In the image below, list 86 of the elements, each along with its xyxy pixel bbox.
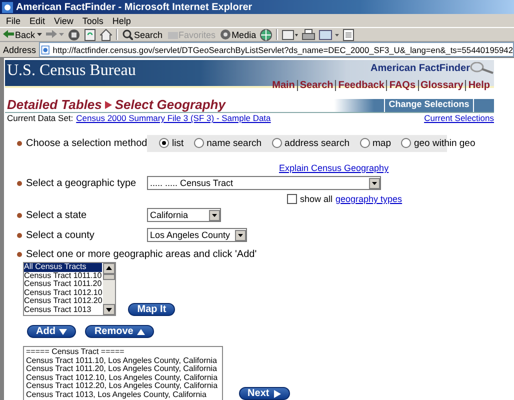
arrow-icon <box>104 100 112 108</box>
address-field[interactable]: http://factfinder.census.gov/servlet/DTGeoSearchByListServlet?ds_name=DEC_2000_SF3_U&_lang=en&_ts=55440195942 <box>39 42 514 57</box>
list-option[interactable]: Census Tract 1011.20 <box>24 280 102 289</box>
field-label: Select a geographic type <box>26 178 136 188</box>
checkbox-label: show all <box>300 194 333 204</box>
toolbar-button[interactable]: Media <box>232 30 256 40</box>
back-arrow-icon[interactable] <box>3 29 14 40</box>
checkbox[interactable] <box>287 194 297 204</box>
option-label[interactable]: name search <box>206 138 262 148</box>
refresh-icon[interactable] <box>84 28 96 40</box>
radio-button[interactable] <box>400 138 411 148</box>
page-icon <box>41 44 50 56</box>
dataset-label: Current Data Set: <box>7 113 74 123</box>
selected-areas-listbox[interactable] <box>23 346 223 400</box>
list-option[interactable]: Census Tract 1012.10 <box>24 288 102 298</box>
field-label: Select a state <box>26 210 87 220</box>
toolbar-button[interactable]: Search <box>134 30 163 40</box>
list-option[interactable]: All Census Tracts <box>24 263 102 272</box>
window-title: American FactFinder - Microsoft Internet Explorer <box>16 2 252 12</box>
up-triangle-icon <box>137 328 146 336</box>
radio-button[interactable] <box>272 138 282 148</box>
option-label[interactable]: geo within geo <box>414 138 476 148</box>
nav-link[interactable]: Glossary <box>418 80 464 91</box>
option-label[interactable]: list <box>172 138 184 148</box>
search-icon[interactable] <box>122 29 134 40</box>
geography-types-link[interactable]: geography types <box>336 194 402 204</box>
field-label: Choose a selection method <box>26 138 148 148</box>
list-option[interactable]: Census Tract 1011.20, Los Angeles County, California <box>26 365 218 374</box>
product-name: American FactFinder <box>370 62 470 74</box>
geographic-type-dropdown[interactable]: ..... ..... Census Tract <box>147 176 381 190</box>
list-option[interactable]: Census Tract 1012.20 <box>24 297 102 306</box>
stop-icon[interactable] <box>68 28 80 40</box>
nav-link[interactable]: FAQs <box>386 80 416 91</box>
bullet-icon <box>17 232 22 238</box>
menu-item[interactable]: View <box>54 16 74 26</box>
media-icon[interactable] <box>220 29 231 40</box>
list-option[interactable]: Census Tract 1013 <box>24 306 102 315</box>
list-option[interactable]: ===== Census Tract ===== <box>26 348 218 357</box>
magnifier-icon <box>470 62 494 74</box>
home-icon[interactable] <box>100 28 112 40</box>
menu-item[interactable]: Help <box>112 16 131 26</box>
breadcrumb-item[interactable]: Detailed Tables <box>7 97 102 112</box>
county-dropdown[interactable]: Los Angeles County <box>147 228 247 242</box>
list-option[interactable]: Census Tract 1011.10 <box>24 272 102 280</box>
bullet-icon <box>17 140 22 146</box>
globe-icon[interactable] <box>260 28 272 40</box>
dataset-link[interactable]: Census 2000 Summary File 3 (SF 3) - Sample Data <box>76 113 271 123</box>
change-selections-link[interactable]: Change Selections <box>384 99 474 112</box>
add-button[interactable]: Add <box>27 325 76 338</box>
nav-link[interactable]: Search <box>296 80 334 91</box>
option-label[interactable]: address search <box>284 138 350 148</box>
state-dropdown[interactable]: California <box>147 208 221 222</box>
explain-geography-link[interactable]: Explain Census Geography <box>279 163 389 173</box>
agency-name: U.S. Census Bureau <box>7 62 136 79</box>
right-triangle-icon <box>273 390 282 398</box>
toolbar-button[interactable]: Back <box>15 30 36 40</box>
list-option[interactable]: Census Tract 1012.20, Los Angeles County, California <box>26 382 218 391</box>
caret-icon[interactable] <box>37 32 42 36</box>
menu-item[interactable]: File <box>6 16 21 26</box>
bullet-icon <box>17 180 22 186</box>
list-option[interactable]: Census Tract 1012.10, Los Angeles County, California <box>26 374 218 382</box>
document-icon[interactable] <box>343 28 354 40</box>
address-label: Address <box>3 44 36 54</box>
bullet-icon <box>17 252 22 257</box>
scrollbar-drawing[interactable] <box>103 263 116 315</box>
map-it-button[interactable]: Map It <box>128 303 176 316</box>
list-option[interactable]: Census Tract 1011.10, Los Angeles County, California <box>26 356 218 366</box>
next-button[interactable]: Next <box>238 387 290 400</box>
print-icon[interactable] <box>302 28 316 40</box>
nav-link[interactable]: Help <box>465 80 490 91</box>
radio-button[interactable] <box>360 138 370 148</box>
menu-item[interactable]: Tools <box>82 16 104 26</box>
menu-item[interactable]: Edit <box>30 16 46 26</box>
areas-listbox[interactable]: All Census Tracts Census Tract 1011.10 Census Tract 1011.20 Census Tract 1012.10 Census Tract 1012.20 Census Tract 1013 <box>23 262 116 316</box>
down-triangle-icon <box>59 328 68 336</box>
breadcrumb-item: Select Geography <box>114 97 226 112</box>
radio-button[interactable] <box>194 138 204 148</box>
current-selections-link[interactable]: Current Selections <box>424 113 494 123</box>
field-label: Select a county <box>26 230 94 240</box>
remove-button[interactable]: Remove <box>85 325 154 338</box>
list-option[interactable]: Census Tract 1013, Los Angeles County, California <box>26 390 218 400</box>
radio-button[interactable] <box>159 138 169 148</box>
nav-link[interactable]: Feedback <box>335 80 384 91</box>
option-label[interactable]: map <box>372 138 391 148</box>
bullet-icon <box>17 212 22 218</box>
field-label: Select one or more geographic areas and click 'Add' <box>26 249 257 260</box>
